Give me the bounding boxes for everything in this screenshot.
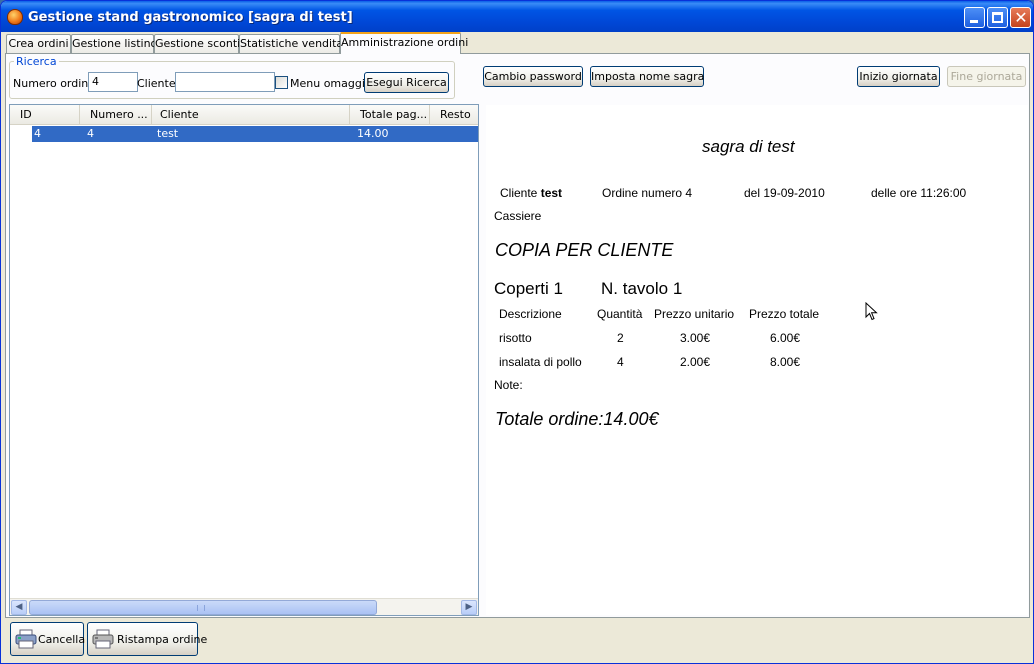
cell-totale: 14.00 xyxy=(357,127,389,140)
maximize-icon xyxy=(992,12,1003,23)
column-header-cliente[interactable]: Cliente xyxy=(152,105,350,125)
tab-gestione-listino[interactable]: Gestione listino xyxy=(71,34,157,53)
minimize-button[interactable] xyxy=(964,7,985,28)
app-icon[interactable] xyxy=(7,9,23,25)
printer-icon xyxy=(92,629,114,649)
horizontal-scrollbar[interactable]: ◀ ▶ xyxy=(10,598,478,615)
receipt-client-label: Cliente xyxy=(500,186,538,200)
receipt-cashier-label: Cassiere xyxy=(494,209,542,223)
receipt-item-totale: 6.00€ xyxy=(770,331,801,345)
tab-statistiche-vendita[interactable]: Statistiche vendita xyxy=(239,34,343,53)
receipt-total: Totale ordine:14.00€ xyxy=(495,409,658,430)
receipt-tavolo-value: 1 xyxy=(672,279,683,298)
scroll-left-icon[interactable]: ◀ xyxy=(11,600,27,615)
end-day-button: Fine giornata xyxy=(947,66,1026,87)
receipt-item-quantita: 2 xyxy=(617,331,624,345)
search-legend: Ricerca xyxy=(14,55,59,68)
column-header-totale[interactable]: Totale pag... xyxy=(350,105,430,125)
receipt-item-unitario: 3.00€ xyxy=(680,331,711,345)
receipt-preview: sagra di test Cliente test Ordine numero… xyxy=(486,105,1028,615)
receipt-date-label: del xyxy=(744,186,761,200)
column-header-id[interactable]: ID xyxy=(10,105,80,125)
receipt-header-totale: Prezzo totale xyxy=(749,307,820,321)
cell-numero: 4 xyxy=(87,127,94,140)
receipt-date-line: del 19-09-2010 xyxy=(744,186,825,200)
window-title: Gestione stand gastronomico [sagra di te… xyxy=(28,10,353,25)
tab-gestione-sconti[interactable]: Gestione sconti xyxy=(154,34,240,53)
order-number-label: Numero ordine: xyxy=(13,77,99,90)
menu-omaggio-checkbox[interactable] xyxy=(275,76,288,89)
reprint-order-label: Ristampa ordine xyxy=(117,633,208,646)
receipt-time-label: delle ore xyxy=(871,186,918,200)
receipt-client-value: test xyxy=(540,186,563,200)
order-number-input[interactable]: 4 xyxy=(88,72,138,92)
receipt-time: 11:26:00 xyxy=(920,186,967,200)
receipt-tavolo: N. tavolo 1 xyxy=(601,279,682,299)
receipt-header-unitario: Prezzo unitario xyxy=(654,307,735,321)
close-icon: ✕ xyxy=(1014,8,1028,27)
change-password-button[interactable]: Cambio password xyxy=(483,66,583,87)
receipt-sagra-name: sagra di test xyxy=(702,137,795,156)
cell-id: 4 xyxy=(34,127,41,140)
client-input[interactable] xyxy=(175,72,275,92)
receipt-total-value: 14.00€ xyxy=(603,409,659,429)
maximize-button[interactable] xyxy=(987,7,1008,28)
receipt-header-descrizione: Descrizione xyxy=(499,307,562,321)
receipt-item-descrizione: insalata di pollo xyxy=(499,355,582,369)
scroll-grip-icon xyxy=(197,605,205,611)
column-header-resto[interactable]: Resto xyxy=(430,105,478,125)
cell-cliente: test xyxy=(157,127,179,140)
reprint-order-button[interactable]: Ristampa ordine xyxy=(87,622,207,656)
receipt-coperti-label: Coperti xyxy=(494,279,549,298)
receipt-order-value: 4 xyxy=(685,186,693,200)
receipt-item-descrizione: risotto xyxy=(499,331,532,345)
receipt-item-quantita: 4 xyxy=(617,355,624,369)
search-button[interactable]: Esegui Ricerca xyxy=(364,72,449,93)
receipt-total-label: Totale ordine: xyxy=(495,409,604,429)
column-header-numero[interactable]: Numero ... xyxy=(80,105,152,125)
cancel-order-label: Cancella xyxy=(38,633,86,646)
scroll-thumb[interactable] xyxy=(29,600,377,615)
receipt-coperti: Coperti 1 xyxy=(494,279,563,299)
main-window: Gestione stand gastronomico [sagra di te… xyxy=(0,0,1034,664)
minimize-icon xyxy=(970,20,978,23)
menu-omaggio-label: Menu omaggio xyxy=(290,77,372,90)
set-sagra-name-button[interactable]: Imposta nome sagra xyxy=(590,66,704,87)
receipt-item-totale: 8.00€ xyxy=(770,355,801,369)
receipt-item-unitario: 2.00€ xyxy=(680,355,711,369)
receipt-note-label: Note: xyxy=(494,378,523,392)
receipt-coperti-value: 1 xyxy=(553,279,564,298)
receipt-copy-label: COPIA PER CLIENTE xyxy=(495,240,674,260)
start-day-button[interactable]: Inizio giornata xyxy=(857,66,940,87)
receipt-time-line: delle ore 11:26:00 xyxy=(871,186,966,200)
receipt-client-line: Cliente test xyxy=(500,186,562,200)
table-header: ID Numero ... Cliente Totale pag... Rest… xyxy=(10,105,478,125)
receipt-order-label: Ordine numero xyxy=(602,186,683,200)
mouse-cursor-icon xyxy=(865,302,878,321)
table-row[interactable]: 4 4 test 14.00 xyxy=(32,126,478,142)
receipt-order-line: Ordine numero 4 xyxy=(602,186,692,200)
receipt-date: 19-09-2010 xyxy=(763,186,825,200)
receipt-header-quantita: Quantità xyxy=(597,307,643,321)
tab-crea-ordini[interactable]: Crea ordini xyxy=(6,34,71,53)
printer-delete-icon xyxy=(15,629,37,649)
orders-table[interactable]: ID Numero ... Cliente Totale pag... Rest… xyxy=(9,104,479,616)
close-button[interactable]: ✕ xyxy=(1010,7,1031,28)
client-label: Cliente: xyxy=(137,77,180,90)
tab-amministrazione-ordini[interactable]: Amministrazione ordini xyxy=(340,32,468,54)
scroll-right-icon[interactable]: ▶ xyxy=(461,600,477,615)
cancel-order-button[interactable]: Cancella xyxy=(10,622,86,656)
receipt-tavolo-label: N. tavolo xyxy=(601,279,669,298)
title-bar[interactable]: Gestione stand gastronomico [sagra di te… xyxy=(1,1,1033,32)
